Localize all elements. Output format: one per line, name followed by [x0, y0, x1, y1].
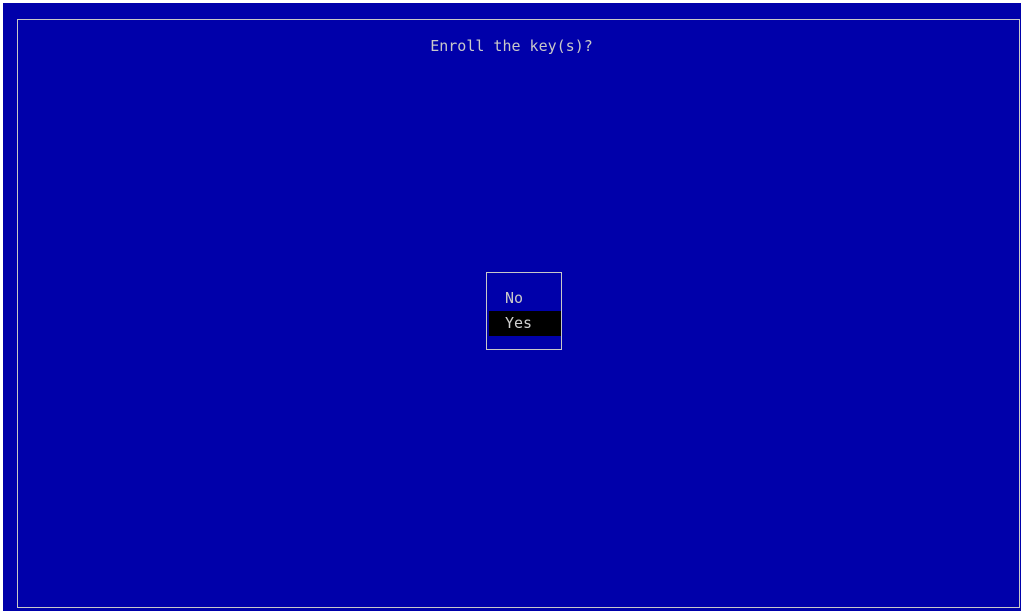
option-yes[interactable]: Yes: [489, 311, 561, 336]
confirm-menu: No Yes: [486, 272, 562, 350]
dialog-title: Enroll the key(s)?: [430, 37, 593, 55]
option-no[interactable]: No: [489, 286, 561, 311]
